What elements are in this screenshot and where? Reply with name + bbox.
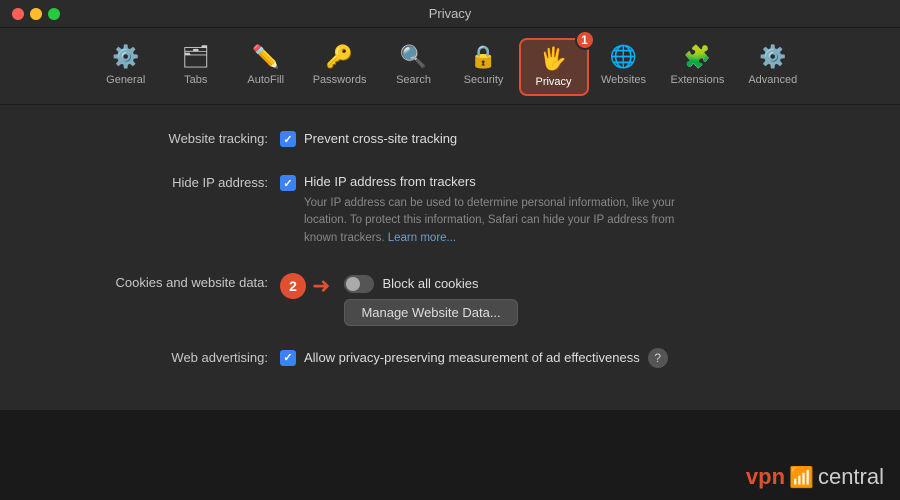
toolbar-item-security[interactable]: 🔒 Security (449, 38, 519, 96)
block-cookies-text: Block all cookies (382, 274, 478, 291)
toolbar-item-passwords[interactable]: 🔑 Passwords (301, 38, 379, 96)
signal-icon: 📶 (789, 465, 814, 490)
toolbar-item-search[interactable]: 🔍 Search (379, 38, 449, 96)
security-icon: 🔒 (470, 44, 497, 70)
extensions-icon: 🧩 (684, 44, 711, 70)
websites-icon: 🌐 (610, 44, 637, 70)
cookies-label: Cookies and website data: (60, 273, 280, 290)
general-label: General (106, 74, 145, 86)
watermark-central: central (818, 464, 884, 490)
cookies-row: Cookies and website data: 2 ➜ Block all … (60, 269, 840, 330)
block-cookies-toggle[interactable] (344, 275, 374, 293)
passwords-label: Passwords (313, 74, 367, 86)
hide-ip-row: Hide IP address: Hide IP address from tr… (60, 169, 840, 251)
traffic-lights (12, 8, 60, 20)
privacy-icon: 🖐 (540, 46, 567, 72)
hide-ip-text: Hide IP address from trackers (304, 172, 476, 189)
tabs-label: Tabs (184, 74, 207, 86)
hide-ip-control: Hide IP address from trackers Your IP ad… (280, 173, 840, 247)
web-advertising-label: Web advertising: (60, 348, 280, 365)
arrow-icon: ➜ (312, 273, 330, 299)
toolbar-item-extensions[interactable]: 🧩 Extensions (659, 38, 737, 96)
general-icon: ⚙️ (112, 44, 139, 70)
autofill-label: AutoFill (247, 74, 284, 86)
website-tracking-label: Website tracking: (60, 129, 280, 146)
security-label: Security (464, 74, 504, 86)
cookies-control: 2 ➜ Block all cookies Manage Website Dat… (280, 273, 840, 326)
learn-more-link[interactable]: Learn more... (388, 232, 456, 244)
minimize-button[interactable] (30, 8, 42, 20)
close-button[interactable] (12, 8, 24, 20)
toolbar-item-autofill[interactable]: ✏️ AutoFill (231, 38, 301, 96)
maximize-button[interactable] (48, 8, 60, 20)
website-tracking-checkbox[interactable] (280, 131, 296, 147)
autofill-icon: ✏️ (252, 44, 279, 70)
toolbar-item-privacy[interactable]: 1 🖐 Privacy (519, 38, 589, 96)
advanced-icon: ⚙️ (759, 44, 786, 70)
search-label: Search (396, 74, 431, 86)
website-tracking-text: Prevent cross-site tracking (304, 129, 457, 146)
advanced-label: Advanced (748, 74, 797, 86)
titlebar: Privacy (0, 0, 900, 28)
tabs-icon: 🗂 (182, 44, 210, 70)
websites-label: Websites (601, 74, 646, 86)
passwords-icon: 🔑 (326, 44, 353, 70)
window-title: Privacy (429, 6, 472, 21)
website-tracking-row: Website tracking: Prevent cross-site tra… (60, 125, 840, 151)
manage-website-data-button[interactable]: Manage Website Data... (344, 299, 517, 326)
block-cookies-row: Block all cookies (344, 273, 517, 293)
web-advertising-checkbox[interactable] (280, 350, 296, 366)
watermark: vpn 📶 central (746, 464, 884, 490)
website-tracking-control: Prevent cross-site tracking (280, 129, 840, 147)
toolbar-item-advanced[interactable]: ⚙️ Advanced (736, 38, 809, 96)
search-icon: 🔍 (400, 44, 427, 70)
hide-ip-content: Hide IP address from trackers Your IP ad… (304, 173, 684, 247)
hide-ip-description: Your IP address can be used to determine… (304, 195, 684, 247)
annotation-area: 2 ➜ (280, 273, 336, 299)
hide-ip-checkbox[interactable] (280, 175, 296, 191)
toolbar-item-websites[interactable]: 🌐 Websites (589, 38, 659, 96)
web-advertising-row: Web advertising: Allow privacy-preservin… (60, 344, 840, 372)
watermark-vpn: vpn (746, 464, 785, 490)
toolbar-item-general[interactable]: ⚙️ General (91, 38, 161, 96)
toolbar-item-tabs[interactable]: 🗂 Tabs (161, 38, 231, 96)
hide-ip-label: Hide IP address: (60, 173, 280, 190)
web-advertising-text: Allow privacy-preserving measurement of … (304, 348, 640, 365)
help-button[interactable]: ? (648, 348, 668, 368)
settings-content: Website tracking: Prevent cross-site tra… (0, 105, 900, 410)
extensions-label: Extensions (671, 74, 725, 86)
cookies-options: Block all cookies Manage Website Data... (344, 273, 517, 326)
privacy-label: Privacy (535, 76, 571, 88)
step2-badge: 2 (280, 273, 306, 299)
web-advertising-control: Allow privacy-preserving measurement of … (280, 348, 840, 368)
step1-badge: 1 (575, 30, 595, 50)
toolbar: ⚙️ General 🗂 Tabs ✏️ AutoFill 🔑 Password… (0, 28, 900, 105)
